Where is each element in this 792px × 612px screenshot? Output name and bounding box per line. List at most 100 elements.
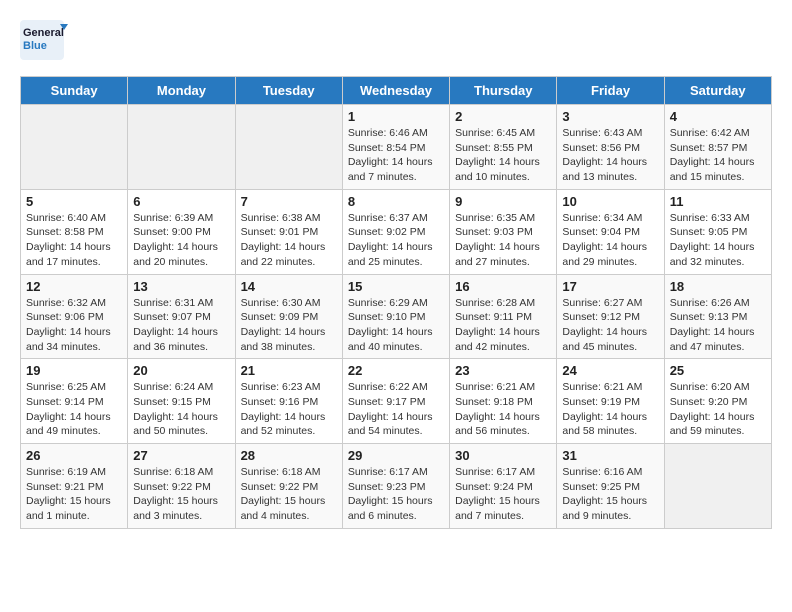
day-info: Sunrise: 6:40 AMSunset: 8:58 PMDaylight:… [26, 211, 122, 270]
day-number: 23 [455, 363, 551, 378]
day-number: 1 [348, 109, 444, 124]
page-header: General Blue [20, 20, 772, 60]
day-info: Sunrise: 6:28 AMSunset: 9:11 PMDaylight:… [455, 296, 551, 355]
day-number: 13 [133, 279, 229, 294]
calendar-cell: 6 Sunrise: 6:39 AMSunset: 9:00 PMDaylight… [128, 189, 235, 274]
svg-text:Blue: Blue [23, 40, 47, 52]
day-info: Sunrise: 6:38 AMSunset: 9:01 PMDaylight:… [241, 211, 337, 270]
day-info: Sunrise: 6:42 AMSunset: 8:57 PMDaylight:… [670, 126, 766, 185]
days-of-week-row: SundayMondayTuesdayWednesdayThursdayFrid… [21, 77, 772, 105]
day-number: 20 [133, 363, 229, 378]
day-info: Sunrise: 6:24 AMSunset: 9:15 PMDaylight:… [133, 380, 229, 439]
day-info: Sunrise: 6:26 AMSunset: 9:13 PMDaylight:… [670, 296, 766, 355]
day-number: 7 [241, 194, 337, 209]
day-number: 10 [562, 194, 658, 209]
calendar-cell: 24 Sunrise: 6:21 AMSunset: 9:19 PMDayligh… [557, 359, 664, 444]
day-info: Sunrise: 6:30 AMSunset: 9:09 PMDaylight:… [241, 296, 337, 355]
day-of-week-friday: Friday [557, 77, 664, 105]
day-info: Sunrise: 6:16 AMSunset: 9:25 PMDaylight:… [562, 465, 658, 524]
day-of-week-sunday: Sunday [21, 77, 128, 105]
day-number: 24 [562, 363, 658, 378]
day-number: 30 [455, 448, 551, 463]
calendar-cell: 18Sunrise: 6:26 AMSunset: 9:13 PMDayligh… [664, 274, 771, 359]
day-of-week-monday: Monday [128, 77, 235, 105]
day-info: Sunrise: 6:18 AMSunset: 9:22 PMDaylight:… [241, 465, 337, 524]
calendar-cell: 26 Sunrise: 6:19 AMSunset: 9:21 PMDayligh… [21, 444, 128, 529]
svg-text:General: General [23, 27, 64, 39]
day-number: 25 [670, 363, 766, 378]
calendar-cell [235, 105, 342, 190]
day-number: 12 [26, 279, 122, 294]
day-number: 26 [26, 448, 122, 463]
day-info: Sunrise: 6:23 AMSunset: 9:16 PMDaylight:… [241, 380, 337, 439]
day-info: Sunrise: 6:22 AMSunset: 9:17 PMDaylight:… [348, 380, 444, 439]
calendar-cell: 20 Sunrise: 6:24 AMSunset: 9:15 PMDayligh… [128, 359, 235, 444]
calendar-cell: 4 Sunrise: 6:42 AMSunset: 8:57 PMDaylight… [664, 105, 771, 190]
calendar-table: SundayMondayTuesdayWednesdayThursdayFrid… [20, 76, 772, 529]
calendar-cell: 1Sunrise: 6:46 AMSunset: 8:54 PMDaylight… [342, 105, 449, 190]
calendar-cell: 7 Sunrise: 6:38 AMSunset: 9:01 PMDaylight… [235, 189, 342, 274]
day-number: 5 [26, 194, 122, 209]
calendar-cell: 12 Sunrise: 6:32 AMSunset: 9:06 PMDayligh… [21, 274, 128, 359]
day-info: Sunrise: 6:45 AMSunset: 8:55 PMDaylight:… [455, 126, 551, 185]
day-info: Sunrise: 6:31 AMSunset: 9:07 PMDaylight:… [133, 296, 229, 355]
day-info: Sunrise: 6:17 AMSunset: 9:23 PMDaylight:… [348, 465, 444, 524]
calendar-cell: 23 Sunrise: 6:21 AMSunset: 9:18 PMDayligh… [450, 359, 557, 444]
calendar-cell [664, 444, 771, 529]
day-number: 3 [562, 109, 658, 124]
day-info: Sunrise: 6:21 AMSunset: 9:19 PMDaylight:… [562, 380, 658, 439]
calendar-cell: 21 Sunrise: 6:23 AMSunset: 9:16 PMDayligh… [235, 359, 342, 444]
calendar-cell: 14 Sunrise: 6:30 AMSunset: 9:09 PMDayligh… [235, 274, 342, 359]
day-number: 27 [133, 448, 229, 463]
day-number: 14 [241, 279, 337, 294]
day-number: 28 [241, 448, 337, 463]
day-number: 11 [670, 194, 766, 209]
day-info: Sunrise: 6:43 AMSunset: 8:56 PMDaylight:… [562, 126, 658, 185]
day-of-week-saturday: Saturday [664, 77, 771, 105]
day-info: Sunrise: 6:35 AMSunset: 9:03 PMDaylight:… [455, 211, 551, 270]
week-row-5: 26 Sunrise: 6:19 AMSunset: 9:21 PMDayligh… [21, 444, 772, 529]
calendar-cell: 30 Sunrise: 6:17 AMSunset: 9:24 PMDayligh… [450, 444, 557, 529]
day-number: 19 [26, 363, 122, 378]
day-number: 31 [562, 448, 658, 463]
day-of-week-tuesday: Tuesday [235, 77, 342, 105]
day-number: 9 [455, 194, 551, 209]
day-number: 29 [348, 448, 444, 463]
day-number: 21 [241, 363, 337, 378]
calendar-cell: 10 Sunrise: 6:34 AMSunset: 9:04 PMDayligh… [557, 189, 664, 274]
week-row-4: 19 Sunrise: 6:25 AMSunset: 9:14 PMDayligh… [21, 359, 772, 444]
calendar-cell: 2 Sunrise: 6:45 AMSunset: 8:55 PMDaylight… [450, 105, 557, 190]
day-info: Sunrise: 6:19 AMSunset: 9:21 PMDaylight:… [26, 465, 122, 524]
calendar-cell: 15Sunrise: 6:29 AMSunset: 9:10 PMDayligh… [342, 274, 449, 359]
calendar-cell: 25Sunrise: 6:20 AMSunset: 9:20 PMDayligh… [664, 359, 771, 444]
calendar-cell: 3 Sunrise: 6:43 AMSunset: 8:56 PMDaylight… [557, 105, 664, 190]
day-info: Sunrise: 6:18 AMSunset: 9:22 PMDaylight:… [133, 465, 229, 524]
day-number: 4 [670, 109, 766, 124]
calendar-cell: 11Sunrise: 6:33 AMSunset: 9:05 PMDayligh… [664, 189, 771, 274]
calendar-cell: 28 Sunrise: 6:18 AMSunset: 9:22 PMDayligh… [235, 444, 342, 529]
day-number: 8 [348, 194, 444, 209]
day-number: 22 [348, 363, 444, 378]
day-number: 16 [455, 279, 551, 294]
day-number: 2 [455, 109, 551, 124]
calendar-cell: 17 Sunrise: 6:27 AMSunset: 9:12 PMDayligh… [557, 274, 664, 359]
calendar-cell: 8Sunrise: 6:37 AMSunset: 9:02 PMDaylight… [342, 189, 449, 274]
calendar-cell [128, 105, 235, 190]
day-info: Sunrise: 6:34 AMSunset: 9:04 PMDaylight:… [562, 211, 658, 270]
day-info: Sunrise: 6:39 AMSunset: 9:00 PMDaylight:… [133, 211, 229, 270]
calendar-cell: 29 Sunrise: 6:17 AMSunset: 9:23 PMDayligh… [342, 444, 449, 529]
day-info: Sunrise: 6:27 AMSunset: 9:12 PMDaylight:… [562, 296, 658, 355]
day-info: Sunrise: 6:32 AMSunset: 9:06 PMDaylight:… [26, 296, 122, 355]
day-number: 6 [133, 194, 229, 209]
day-info: Sunrise: 6:21 AMSunset: 9:18 PMDaylight:… [455, 380, 551, 439]
calendar-header: SundayMondayTuesdayWednesdayThursdayFrid… [21, 77, 772, 105]
logo-svg: General Blue [20, 20, 70, 60]
day-info: Sunrise: 6:25 AMSunset: 9:14 PMDaylight:… [26, 380, 122, 439]
day-info: Sunrise: 6:17 AMSunset: 9:24 PMDaylight:… [455, 465, 551, 524]
calendar-cell: 19 Sunrise: 6:25 AMSunset: 9:14 PMDayligh… [21, 359, 128, 444]
calendar-cell: 27 Sunrise: 6:18 AMSunset: 9:22 PMDayligh… [128, 444, 235, 529]
day-number: 17 [562, 279, 658, 294]
calendar-cell: 31 Sunrise: 6:16 AMSunset: 9:25 PMDayligh… [557, 444, 664, 529]
day-of-week-thursday: Thursday [450, 77, 557, 105]
calendar-cell: 13 Sunrise: 6:31 AMSunset: 9:07 PMDayligh… [128, 274, 235, 359]
